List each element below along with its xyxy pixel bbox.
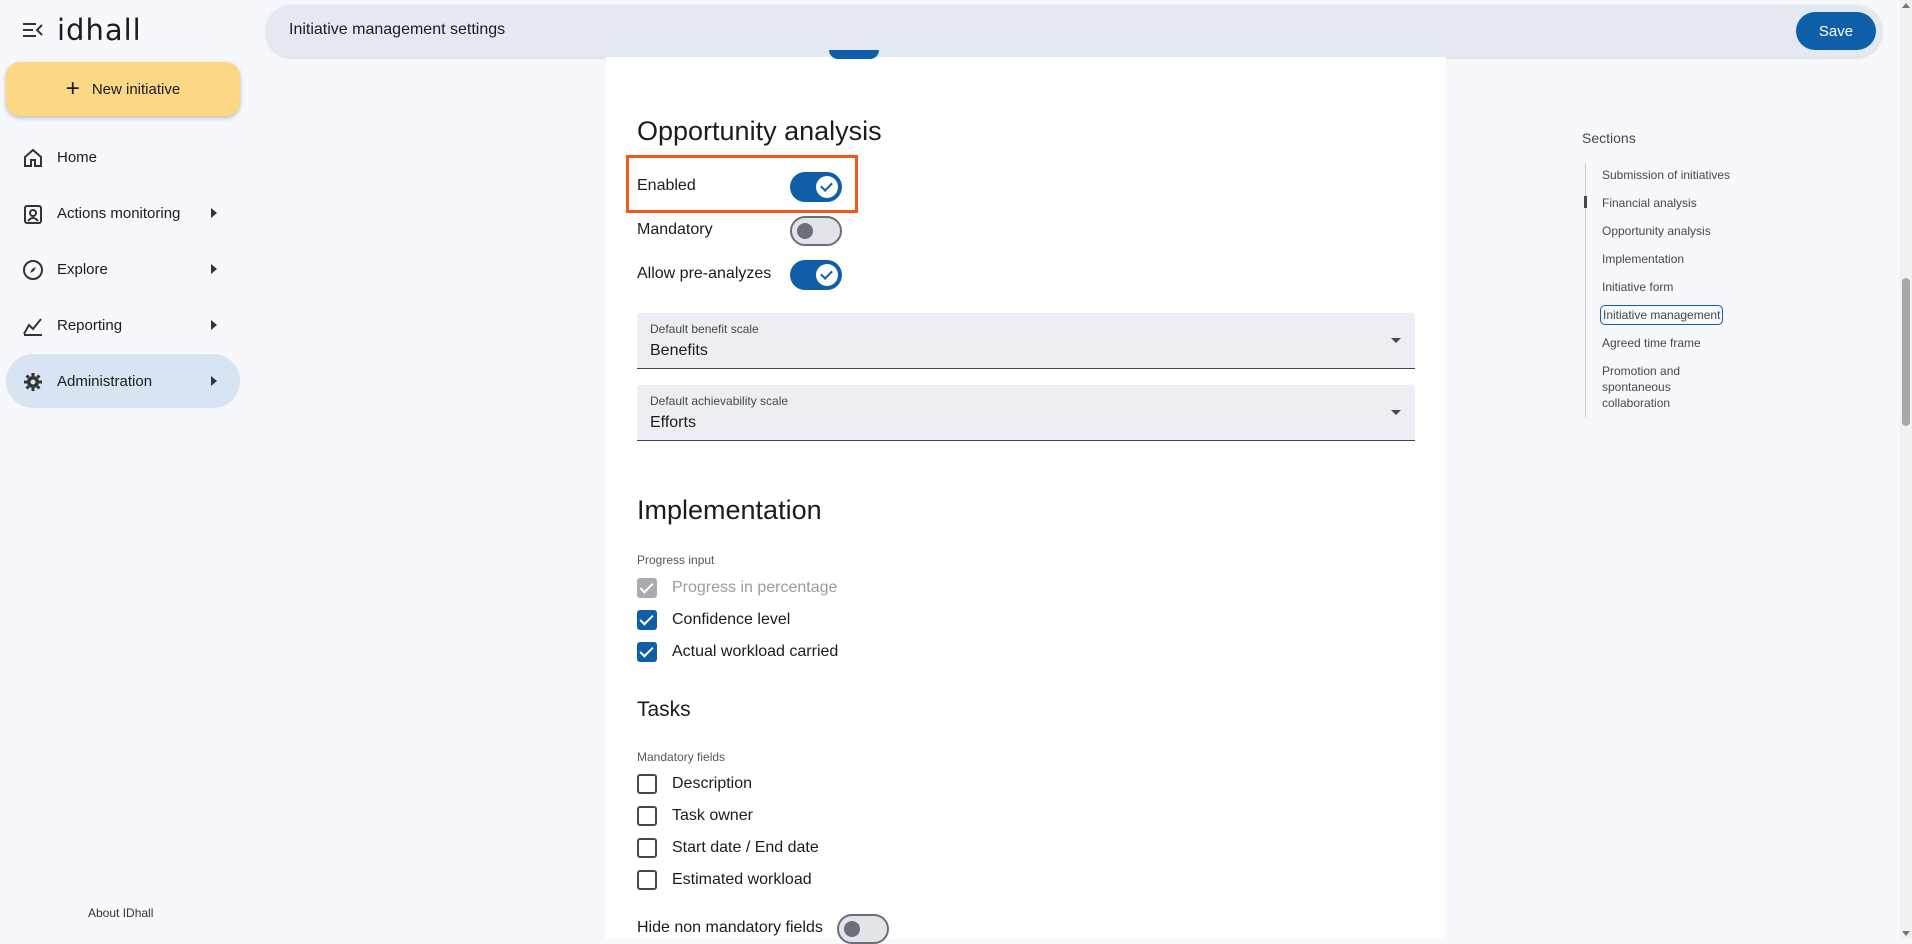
toc-item-agreed-time-frame[interactable]: Agreed time frame: [1602, 335, 1701, 351]
scrollbar[interactable]: [1900, 0, 1912, 939]
progress-percentage-label: Progress in percentage: [672, 579, 838, 596]
task-owner-label: Task owner: [672, 807, 753, 824]
estimated-workload-label: Estimated workload: [672, 871, 812, 888]
scroll-down-arrow-icon[interactable]: [1902, 931, 1910, 936]
section-heading-tasks: Tasks: [637, 698, 691, 721]
new-initiative-label: New initiative: [91, 80, 181, 98]
chart-line-icon: [22, 315, 44, 337]
app-logo: idhall: [57, 13, 142, 47]
save-button[interactable]: Save: [1796, 12, 1876, 50]
enabled-toggle[interactable]: [790, 172, 842, 202]
task-owner-checkbox[interactable]: [637, 806, 657, 826]
nav-item-home[interactable]: Home: [6, 130, 240, 184]
progress-input-label: Progress input: [637, 553, 715, 567]
toc-item-opportunity-analysis[interactable]: Opportunity analysis: [1602, 223, 1711, 239]
about-link[interactable]: About IDhall: [88, 906, 153, 920]
hide-non-mandatory-label: Hide non mandatory fields: [637, 919, 823, 936]
nav-item-administration[interactable]: Administration: [6, 354, 240, 408]
check-icon: [816, 264, 838, 286]
confidence-level-label: Confidence level: [672, 611, 791, 628]
nav-item-reporting[interactable]: Reporting: [6, 298, 240, 352]
toc-item-financial-analysis[interactable]: Financial analysis: [1602, 195, 1697, 211]
allow-pre-analyzes-toggle[interactable]: [790, 260, 842, 290]
select-value: Benefits: [650, 342, 708, 359]
select-value: Efforts: [650, 414, 696, 431]
gear-icon: [22, 371, 44, 393]
toggle-partial[interactable]: [829, 50, 879, 59]
nav-item-actions-monitoring[interactable]: Actions monitoring: [6, 186, 240, 240]
toc-position-marker: [1584, 196, 1587, 208]
dropdown-arrow-icon: [1391, 338, 1401, 343]
toc-item-promotion[interactable]: Promotion and spontaneous collaboration: [1602, 363, 1712, 411]
select-caption: Default achievability scale: [650, 394, 789, 408]
nav-item-label: Reporting: [57, 316, 123, 334]
scrollbar-thumb[interactable]: [1902, 278, 1910, 426]
actual-workload-label: Actual workload carried: [672, 643, 839, 660]
enabled-label: Enabled: [637, 177, 696, 194]
sections-title: Sections: [1582, 130, 1636, 146]
clipboard-user-icon: [22, 203, 44, 225]
chevron-right-icon: [211, 320, 217, 330]
toc-item-initiative-management[interactable]: Initiative management: [1600, 305, 1724, 325]
dropdown-arrow-icon: [1391, 410, 1401, 415]
chevron-right-icon: [211, 376, 217, 386]
new-initiative-button[interactable]: + New initiative: [6, 62, 240, 116]
default-benefit-scale-select[interactable]: Default benefit scale Benefits: [637, 313, 1415, 369]
page-title: Initiative management settings: [289, 21, 506, 38]
check-icon: [816, 176, 838, 198]
confidence-level-checkbox[interactable]: [637, 610, 657, 630]
actual-workload-checkbox[interactable]: [637, 642, 657, 662]
mandatory-label: Mandatory: [637, 221, 713, 238]
default-achievability-scale-select[interactable]: Default achievability scale Efforts: [637, 385, 1415, 441]
chevron-right-icon: [211, 264, 217, 274]
allow-pre-analyzes-label: Allow pre-analyzes: [637, 265, 772, 282]
top-bar: Initiative management settings Save: [266, 5, 1882, 57]
home-icon: [22, 147, 44, 169]
chevron-right-icon: [211, 208, 217, 218]
estimated-workload-checkbox[interactable]: [637, 870, 657, 890]
start-end-date-checkbox[interactable]: [637, 838, 657, 858]
compass-icon: [22, 259, 44, 281]
nav-item-explore[interactable]: Explore: [6, 242, 240, 296]
toc-item-implementation[interactable]: Implementation: [1602, 251, 1684, 267]
nav-item-label: Explore: [57, 260, 108, 278]
nav-item-label: Administration: [57, 372, 153, 390]
select-caption: Default benefit scale: [650, 322, 759, 336]
nav-item-label: Home: [57, 148, 98, 166]
toc-item-submission[interactable]: Submission of initiatives: [1602, 167, 1730, 183]
mandatory-toggle[interactable]: [790, 216, 842, 246]
description-label: Description: [672, 775, 753, 792]
start-end-date-label: Start date / End date: [672, 839, 819, 856]
progress-percentage-checkbox: [637, 578, 657, 598]
menu-collapse-icon[interactable]: [22, 20, 44, 40]
nav-item-label: Actions monitoring: [57, 204, 181, 222]
side-navigation: idhall + New initiative Home Actions mon…: [0, 0, 250, 939]
description-checkbox[interactable]: [637, 774, 657, 794]
mandatory-fields-label: Mandatory fields: [637, 750, 726, 764]
section-heading-opportunity: Opportunity analysis: [637, 116, 882, 146]
hide-non-mandatory-toggle[interactable]: [837, 914, 889, 944]
toc-item-initiative-form[interactable]: Initiative form: [1602, 279, 1673, 295]
scroll-up-arrow-icon[interactable]: [1902, 3, 1910, 8]
section-heading-implementation: Implementation: [637, 495, 822, 525]
plus-icon: +: [65, 75, 80, 102]
